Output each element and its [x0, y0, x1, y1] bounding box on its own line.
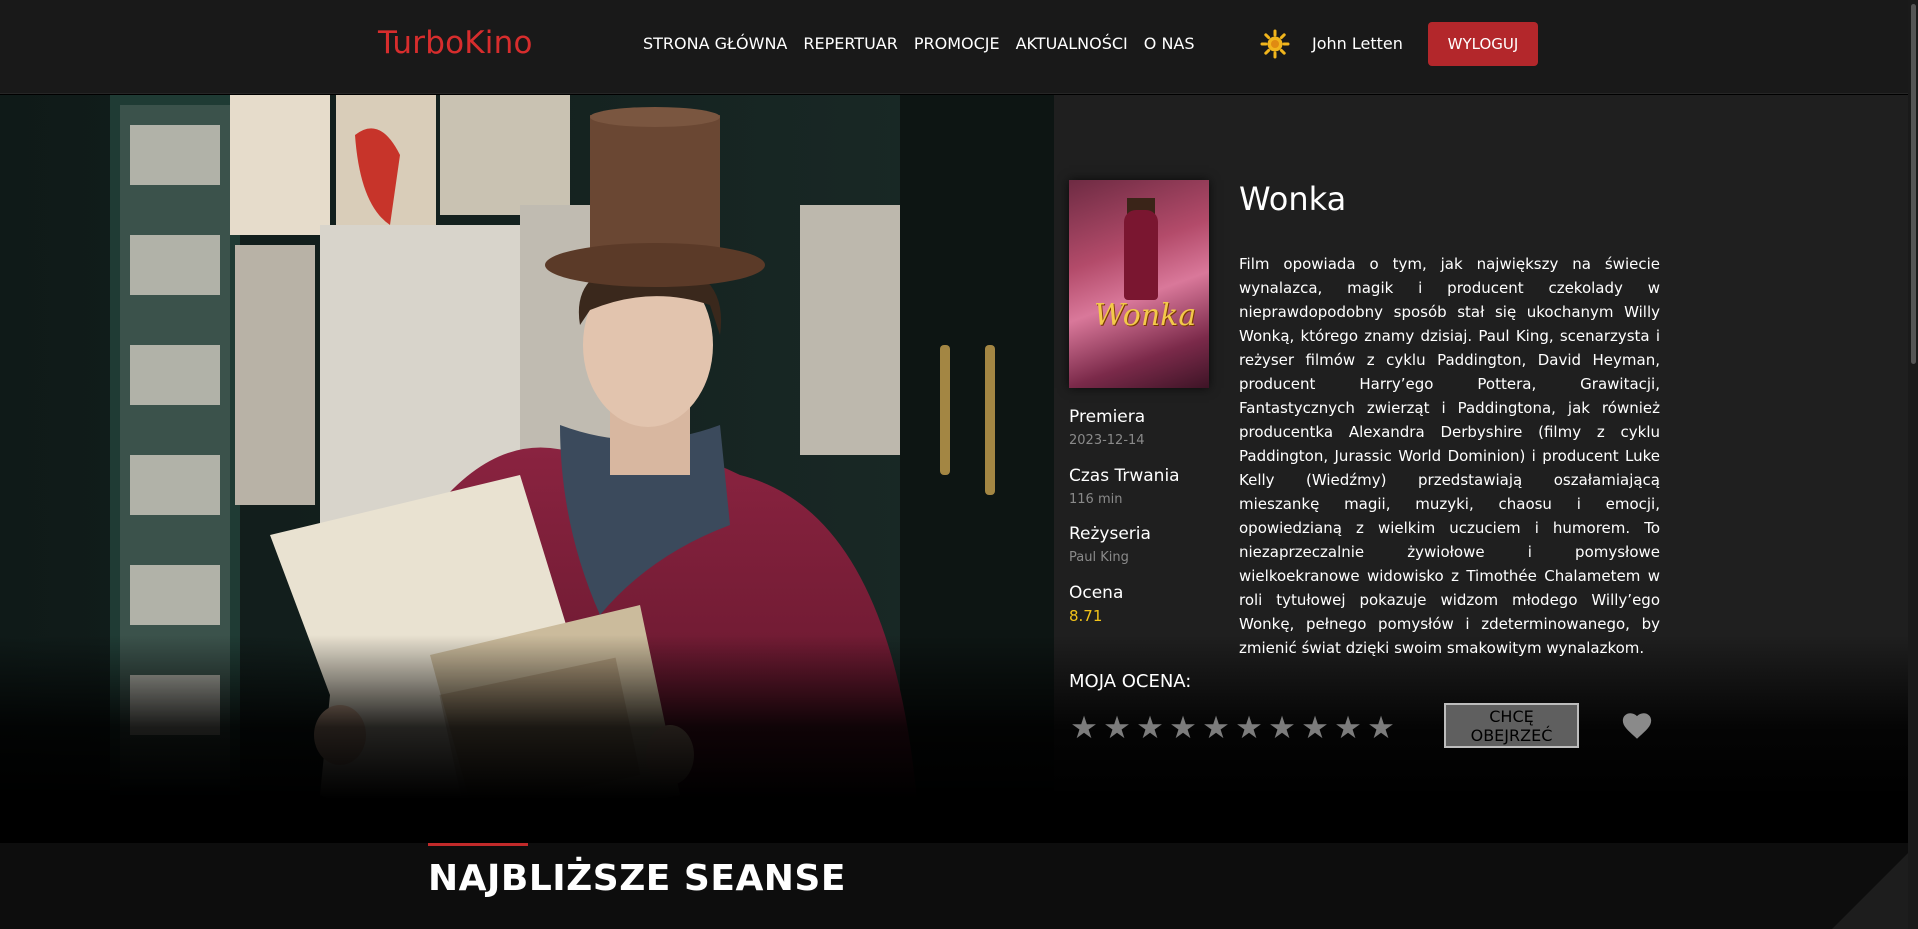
- star-icon-8[interactable]: ★: [1299, 709, 1331, 747]
- upcoming-screenings-section: [0, 843, 1918, 929]
- section-title: NAJBLIŻSZE SEANSE: [428, 858, 846, 899]
- rating-label: Ocena: [1069, 583, 1124, 603]
- page-scrollbar[interactable]: [1908, 0, 1918, 929]
- premiere-value: 2023-12-14: [1069, 433, 1145, 448]
- section-accent-bar: [428, 843, 528, 846]
- top-navbar: TurboKino STRONA GŁÓWNA REPERTUAR PROMOC…: [0, 0, 1918, 94]
- rating-value: 8.71: [1069, 607, 1103, 625]
- premiere-label: Premiera: [1069, 407, 1146, 427]
- star-icon-5[interactable]: ★: [1200, 709, 1232, 747]
- nav-news[interactable]: AKTUALNOŚCI: [1016, 34, 1128, 53]
- star-icon-10[interactable]: ★: [1365, 709, 1397, 747]
- director-info: Reżyseria Paul King: [1069, 524, 1151, 565]
- star-icon-3[interactable]: ★: [1134, 709, 1166, 747]
- section-decoration: [1832, 843, 1918, 929]
- logo[interactable]: TurboKino: [378, 25, 533, 61]
- my-rating-label: MOJA OCENA:: [1069, 671, 1192, 692]
- poster-figure: [1124, 210, 1158, 300]
- sun-icon[interactable]: [1260, 29, 1290, 59]
- star-icon-1[interactable]: ★: [1068, 709, 1100, 747]
- star-icon-9[interactable]: ★: [1332, 709, 1364, 747]
- movie-poster: Wonka: [1069, 180, 1209, 388]
- star-icon-2[interactable]: ★: [1101, 709, 1133, 747]
- nav-promotions[interactable]: PROMOCJE: [914, 34, 1000, 53]
- want-to-watch-button[interactable]: CHCĘ OBEJRZEĆ: [1444, 703, 1579, 748]
- main-nav: STRONA GŁÓWNA REPERTUAR PROMOCJE AKTUALN…: [643, 34, 1195, 53]
- nav-home[interactable]: STRONA GŁÓWNA: [643, 34, 787, 53]
- scrollbar-thumb[interactable]: [1911, 4, 1916, 364]
- star-icon-7[interactable]: ★: [1266, 709, 1298, 747]
- movie-title: Wonka: [1239, 180, 1347, 218]
- star-icon-6[interactable]: ★: [1233, 709, 1265, 747]
- heart-icon[interactable]: [1620, 709, 1654, 743]
- premiere-info: Premiera 2023-12-14: [1069, 407, 1145, 448]
- duration-info: Czas Trwania 116 min: [1069, 466, 1180, 507]
- username[interactable]: John Letten: [1312, 34, 1403, 53]
- poster-title: Wonka: [1094, 298, 1197, 333]
- nav-repertoire[interactable]: REPERTUAR: [803, 34, 897, 53]
- movie-hero: Wonka Premiera 2023-12-14 Czas Trwania 1…: [0, 95, 1918, 840]
- logout-button[interactable]: WYLOGUJ: [1428, 22, 1538, 66]
- rating-info: Ocena 8.71: [1069, 583, 1123, 625]
- nav-about[interactable]: O NAS: [1144, 34, 1195, 53]
- star-rating: ★ ★ ★ ★ ★ ★ ★ ★ ★ ★: [1068, 709, 1397, 747]
- star-icon-4[interactable]: ★: [1167, 709, 1199, 747]
- movie-description: Film opowiada o tym, jak największy na ś…: [1239, 255, 1660, 657]
- director-value: Paul King: [1069, 550, 1129, 565]
- duration-value: 116 min: [1069, 492, 1123, 507]
- duration-label: Czas Trwania: [1069, 466, 1180, 486]
- director-label: Reżyseria: [1069, 524, 1151, 544]
